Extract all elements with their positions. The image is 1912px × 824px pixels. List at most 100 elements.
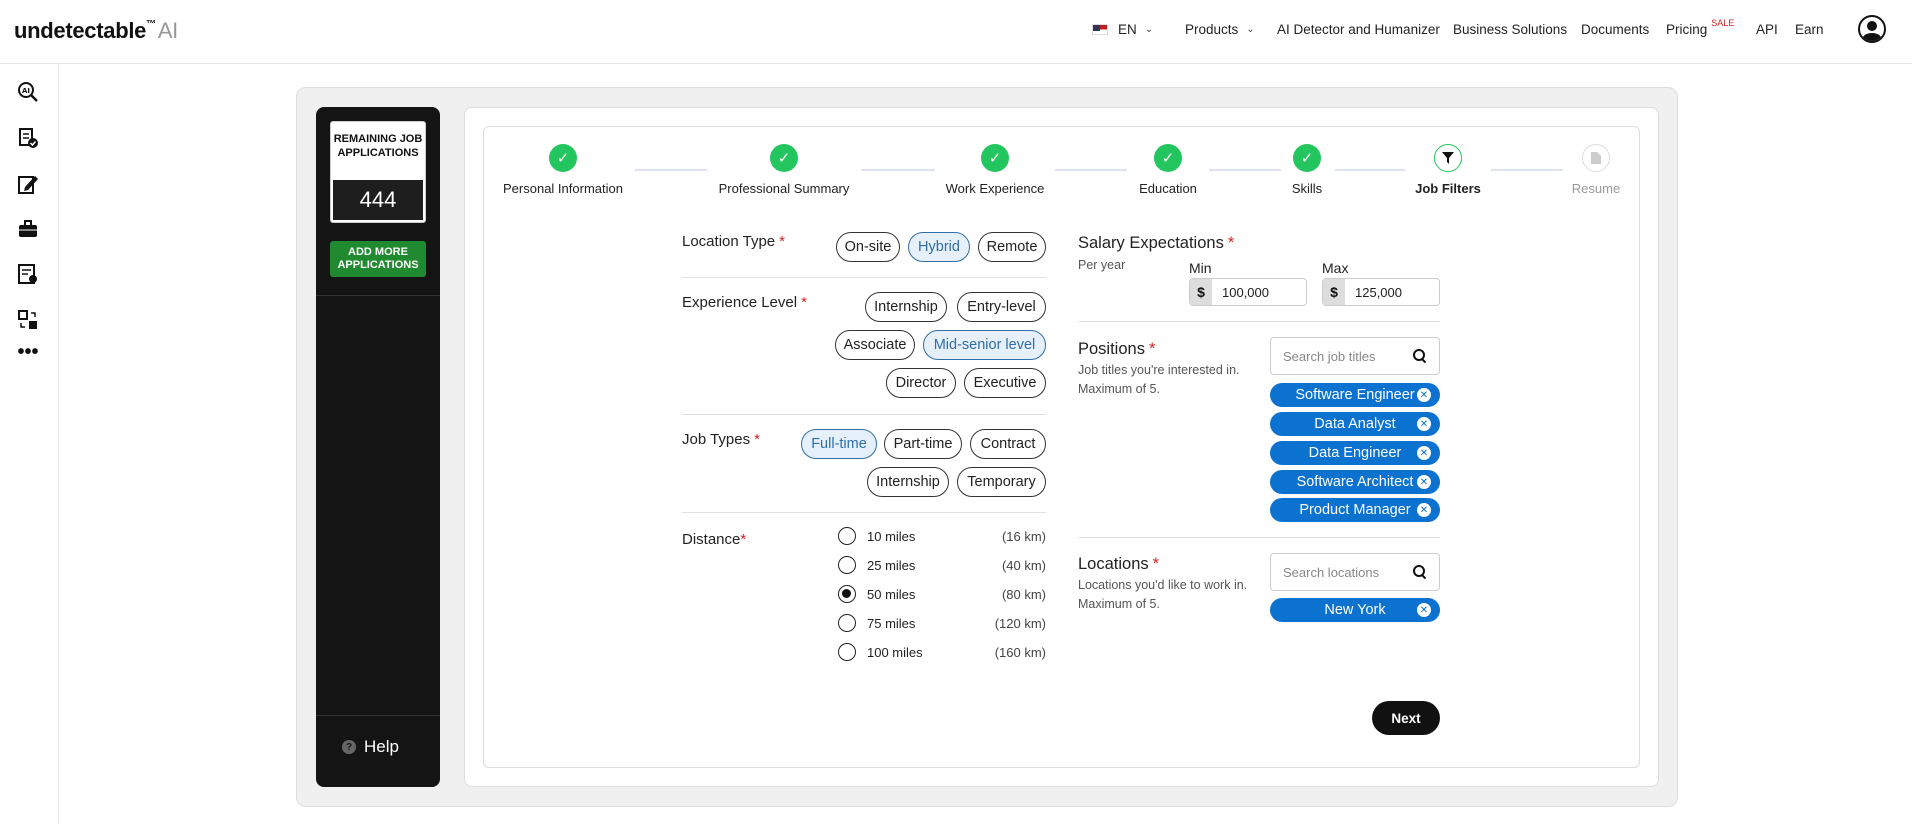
next-button[interactable]: Next xyxy=(1372,701,1440,735)
nav-products[interactable]: Products ⌄ xyxy=(1185,22,1255,37)
distance-75-radio[interactable] xyxy=(838,614,856,632)
salary-expectations-label: Salary Expectations * xyxy=(1078,234,1235,252)
position-tag: Data Analyst ✕ xyxy=(1270,412,1440,436)
help-label: Help xyxy=(364,737,399,756)
location-onsite-option[interactable]: On-site xyxy=(836,232,900,262)
locations-subtitle: Locations you'd like to work in. Maximum… xyxy=(1078,578,1248,611)
remove-tag-icon[interactable]: ✕ xyxy=(1417,446,1431,460)
location-hybrid-option[interactable]: Hybrid xyxy=(908,232,970,262)
seo-report-icon[interactable] xyxy=(16,262,40,286)
step-professional-summary[interactable]: ✓ Professional Summary xyxy=(715,144,853,196)
position-tag-label: Software Engineer xyxy=(1295,387,1415,403)
position-tag-label: Product Manager xyxy=(1299,502,1411,518)
positions-search-placeholder: Search job titles xyxy=(1283,348,1376,364)
check-icon: ✓ xyxy=(770,144,798,172)
jobtype-contract-option[interactable]: Contract xyxy=(970,429,1046,459)
distance-10-radio[interactable] xyxy=(838,527,856,545)
step-label: Education xyxy=(1139,181,1197,196)
position-tag: Product Manager ✕ xyxy=(1270,498,1440,522)
distance-50-label: 50 miles xyxy=(867,587,916,602)
experience-executive-option[interactable]: Executive xyxy=(964,368,1046,398)
search-icon[interactable] xyxy=(1413,349,1427,363)
swap-icon[interactable] xyxy=(16,308,40,332)
nav-api[interactable]: API xyxy=(1756,22,1778,37)
positions-search-input[interactable]: Search job titles xyxy=(1270,337,1440,375)
step-label: Personal Information xyxy=(503,181,623,196)
step-skills[interactable]: ✓ Skills xyxy=(1287,144,1327,196)
briefcase-icon[interactable] xyxy=(16,217,40,241)
user-profile-icon[interactable] xyxy=(1858,15,1886,43)
salary-min-label: Min xyxy=(1189,260,1212,276)
step-resume[interactable]: Resume xyxy=(1570,144,1622,196)
distance-25-km: (40 km) xyxy=(1001,558,1046,573)
nav-earn[interactable]: Earn xyxy=(1795,22,1824,37)
distance-25-radio[interactable] xyxy=(838,556,856,574)
nav-business-label: Business Solutions xyxy=(1453,22,1568,37)
location-remote-option[interactable]: Remote xyxy=(978,232,1046,262)
chevron-down-icon: ⌄ xyxy=(1246,24,1255,35)
experience-entry-level-option[interactable]: Entry-level xyxy=(957,292,1046,322)
step-connector xyxy=(861,169,935,171)
salary-subtitle: Per year xyxy=(1078,258,1126,272)
locations-search-placeholder: Search locations xyxy=(1283,564,1380,580)
step-education[interactable]: ✓ Education xyxy=(1133,144,1203,196)
jobtype-internship-option[interactable]: Internship xyxy=(867,467,949,497)
step-label: Professional Summary xyxy=(718,181,850,196)
remove-tag-icon[interactable]: ✕ xyxy=(1417,503,1431,517)
remove-tag-icon[interactable]: ✕ xyxy=(1417,603,1431,617)
language-selector[interactable]: EN ⌄ xyxy=(1092,22,1153,37)
location-tag: New York ✕ xyxy=(1270,598,1440,622)
search-icon[interactable] xyxy=(1413,565,1427,579)
experience-mid-senior-option[interactable]: Mid-senior level xyxy=(923,330,1046,360)
remaining-applications-card: REMAINING JOB APPLICATIONS 444 xyxy=(330,121,426,223)
step-work-experience[interactable]: ✓ Work Experience xyxy=(941,144,1049,196)
application-sidebar: REMAINING JOB APPLICATIONS 444 ADD MORE … xyxy=(316,107,440,787)
locations-search-input[interactable]: Search locations xyxy=(1270,553,1440,591)
check-icon: ✓ xyxy=(981,144,1009,172)
brand-logo[interactable]: undetectable ™ AI xyxy=(14,18,178,44)
experience-director-option[interactable]: Director xyxy=(886,368,956,398)
more-icon[interactable]: ••• xyxy=(16,340,40,364)
remove-tag-icon[interactable]: ✕ xyxy=(1417,388,1431,402)
distance-75-label: 75 miles xyxy=(867,616,916,631)
experience-internship-option[interactable]: Internship xyxy=(865,292,947,322)
distance-100-radio[interactable] xyxy=(838,643,856,661)
document-check-icon[interactable] xyxy=(16,126,40,150)
position-tag-label: Data Analyst xyxy=(1314,416,1396,432)
location-tag-label: New York xyxy=(1324,602,1386,618)
jobtype-temporary-option[interactable]: Temporary xyxy=(957,467,1046,497)
remove-tag-icon[interactable]: ✕ xyxy=(1417,475,1431,489)
distance-50-radio[interactable] xyxy=(838,585,856,603)
divider xyxy=(682,512,1046,513)
brand-name: undetectable xyxy=(14,18,147,43)
salary-max-input[interactable]: $ 125,000 xyxy=(1322,278,1440,306)
nav-documents[interactable]: Documents xyxy=(1581,22,1649,37)
language-label: EN xyxy=(1118,22,1137,37)
nav-earn-label: Earn xyxy=(1795,22,1824,37)
step-job-filters[interactable]: Job Filters xyxy=(1412,144,1484,196)
ai-search-icon[interactable]: AI xyxy=(16,80,40,104)
divider xyxy=(1078,321,1440,322)
step-label: Work Experience xyxy=(945,181,1045,196)
step-connector xyxy=(635,169,707,171)
nav-pricing[interactable]: Pricing SALE xyxy=(1666,18,1734,38)
remove-tag-icon[interactable]: ✕ xyxy=(1417,417,1431,431)
divider xyxy=(682,277,1046,278)
step-personal-information[interactable]: ✓ Personal Information xyxy=(500,144,626,196)
jobtype-parttime-option[interactable]: Part-time xyxy=(884,429,962,459)
distance-25-label: 25 miles xyxy=(867,558,916,573)
sale-badge: SALE xyxy=(1711,17,1735,28)
pen-edit-icon[interactable] xyxy=(16,172,40,196)
salary-min-value: 100,000 xyxy=(1222,284,1269,300)
add-more-applications-button[interactable]: ADD MORE APPLICATIONS xyxy=(330,241,426,277)
top-navigation-bar: undetectable ™ AI EN ⌄ Products ⌄ AI Detec… xyxy=(0,0,1912,64)
nav-business-solutions[interactable]: Business Solutions xyxy=(1453,22,1567,37)
experience-level-label: Experience Level * xyxy=(682,294,807,311)
experience-associate-option[interactable]: Associate xyxy=(835,330,915,360)
salary-min-input[interactable]: $ 100,000 xyxy=(1189,278,1307,306)
nav-ai-detector[interactable]: AI Detector and Humanizer xyxy=(1277,22,1440,37)
position-tag: Data Engineer ✕ xyxy=(1270,441,1440,465)
distance-10-km: (16 km) xyxy=(1001,529,1046,544)
help-link[interactable]: ? Help xyxy=(342,737,399,757)
jobtype-fulltime-option[interactable]: Full-time xyxy=(801,429,877,459)
